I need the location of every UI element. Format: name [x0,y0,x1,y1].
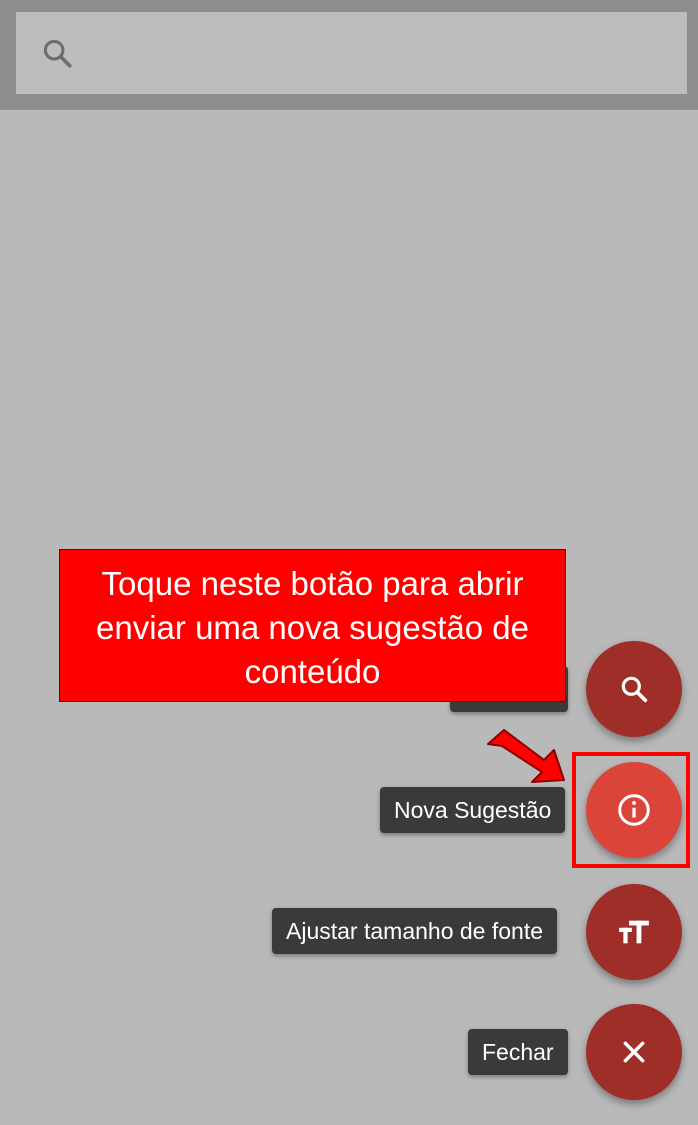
close-icon [621,1039,647,1065]
top-bar [0,0,698,110]
fab-font-size-button[interactable] [586,884,682,980]
search-bar[interactable] [16,12,687,94]
fab-font-size-label[interactable]: Ajustar tamanho de fonte [272,908,557,954]
fab-close-label[interactable]: Fechar [468,1029,568,1075]
callout-line: conteúdo [244,653,381,690]
fab-close-button[interactable] [586,1004,682,1100]
tutorial-highlight [572,752,690,868]
search-icon [40,36,74,70]
tutorial-arrow-icon [487,729,565,783]
search-icon [618,673,650,705]
fab-suggestion-label[interactable]: Nova Sugestão [380,787,566,833]
tutorial-callout: Toque neste botão para abrir enviar uma … [59,549,566,702]
text-size-icon [617,915,651,949]
callout-line: enviar uma nova sugestão de [96,609,529,646]
callout-line: Toque neste botão para abrir [101,565,524,602]
search-input[interactable] [96,30,660,78]
fab-search-button[interactable] [586,641,682,737]
app-screen: Nova Sugestão Ajustar tamanho de fonte F… [0,0,698,1125]
